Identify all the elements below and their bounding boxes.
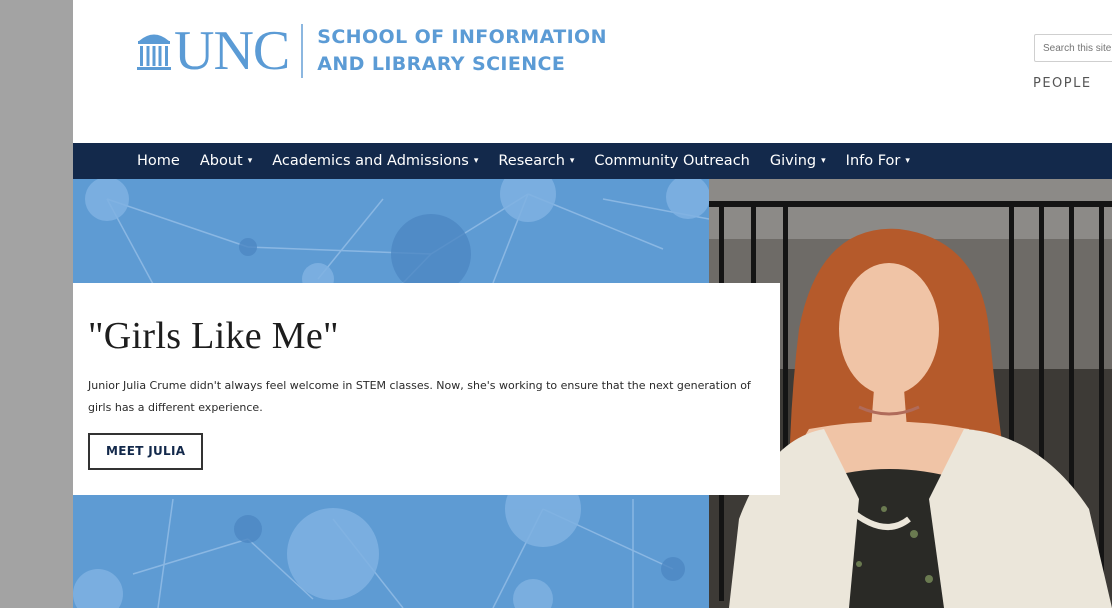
school-name-line2: AND LIBRARY SCIENCE — [317, 53, 566, 75]
nav-label: Community Outreach — [594, 153, 750, 169]
utility-link-people[interactable]: PEOPLE — [1033, 76, 1092, 91]
old-well-icon — [137, 34, 171, 70]
logo-divider — [301, 24, 304, 78]
utility-nav: PEOPLE N — [1033, 76, 1112, 91]
nav-label: Home — [137, 153, 180, 169]
nav-item-community-outreach[interactable]: Community Outreach — [594, 153, 749, 169]
nav-item-research[interactable]: Research ▾ — [498, 153, 574, 169]
hero-description: Junior Julia Crume didn't always feel we… — [88, 379, 751, 414]
nav-item-giving[interactable]: Giving ▾ — [770, 153, 826, 169]
site-header: UNC SCHOOL OF INFORMATION AND LIBRARY SC… — [73, 0, 1112, 143]
school-name-line1: SCHOOL OF INFORMATION — [317, 26, 607, 48]
meet-julia-button[interactable]: MEET JULIA — [88, 433, 204, 470]
nav-label: Research — [498, 153, 565, 169]
caret-down-icon: ▾ — [247, 156, 253, 166]
page: UNC SCHOOL OF INFORMATION AND LIBRARY SC… — [73, 0, 1112, 608]
caret-down-icon: ▾ — [821, 156, 826, 166]
logo-text: UNC — [174, 20, 290, 82]
school-name: SCHOOL OF INFORMATION AND LIBRARY SCIENC… — [317, 24, 607, 78]
hero-slider: "Girls Like Me" Junior Julia Crume didn'… — [73, 179, 1112, 608]
nav-item-home[interactable]: Home — [137, 153, 180, 169]
nav-label: Info For — [845, 153, 901, 169]
caret-down-icon: ▾ — [569, 156, 575, 166]
nav-item-about[interactable]: About ▾ — [200, 153, 252, 169]
hero-title: "Girls Like Me" — [88, 315, 339, 357]
nav-label: Academics and Admissions — [272, 153, 469, 169]
nav-label: About — [199, 153, 243, 169]
nav-label: Giving — [769, 153, 817, 169]
site-logo[interactable]: UNC SCHOOL OF INFORMATION AND LIBRARY SC… — [136, 22, 607, 80]
site-search-input[interactable] — [1034, 34, 1112, 62]
main-nav: Home About ▾ Academics and Admissions ▾ Re… — [73, 143, 1112, 179]
nav-item-academics[interactable]: Academics and Admissions ▾ — [272, 153, 478, 169]
hero-feature-card: "Girls Like Me" Junior Julia Crume didn'… — [73, 283, 780, 495]
caret-down-icon: ▾ — [473, 156, 479, 166]
caret-down-icon: ▾ — [905, 156, 910, 166]
nav-item-info-for[interactable]: Info For ▾ — [846, 153, 910, 169]
